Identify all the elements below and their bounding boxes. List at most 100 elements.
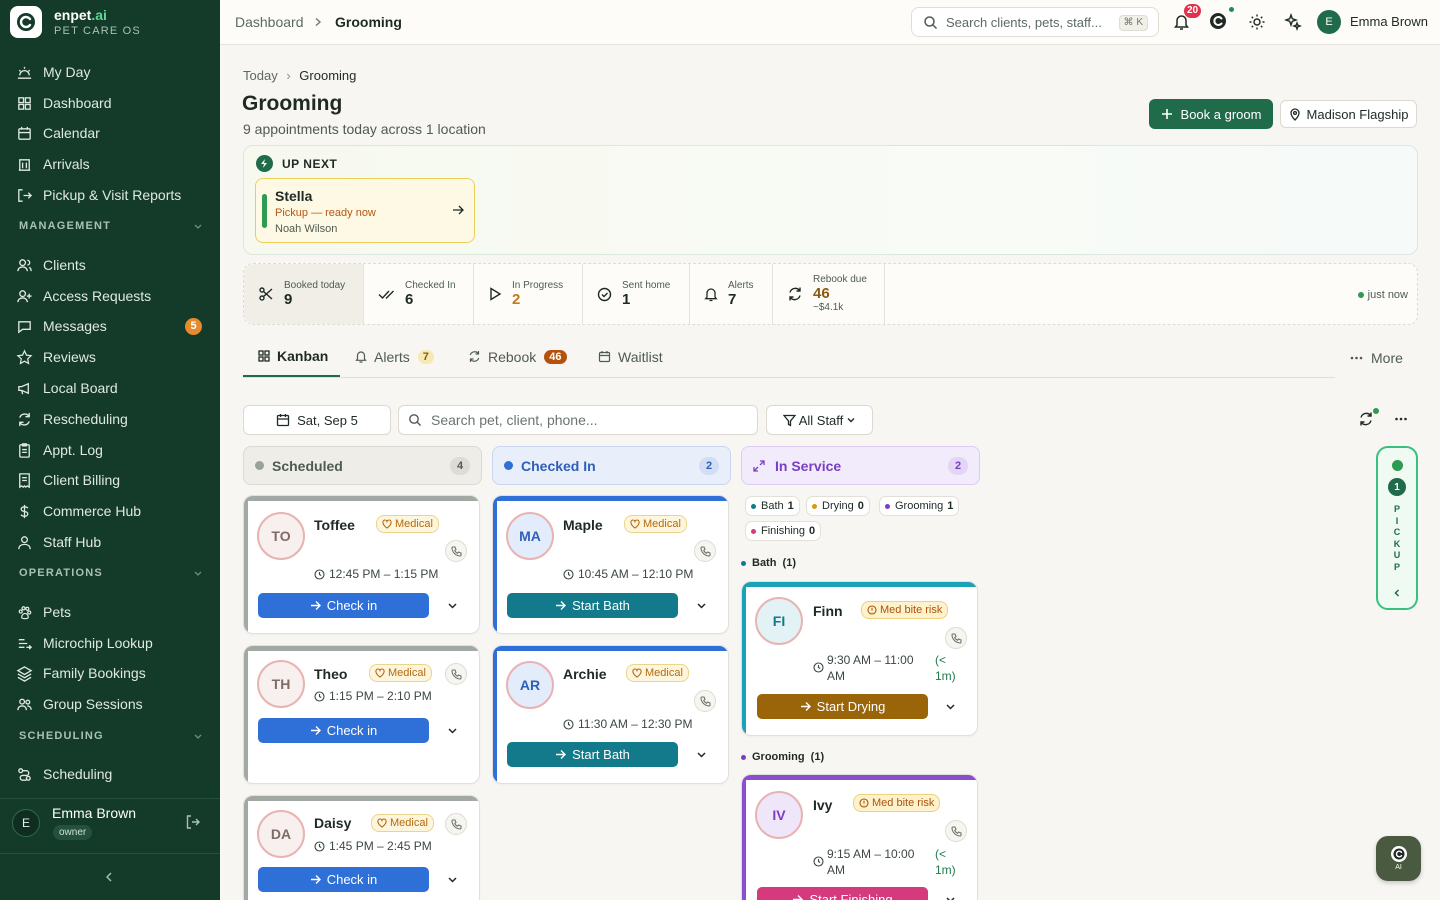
tab-kanban[interactable]: Kanban [243,336,340,377]
stat-in-progress[interactable]: In Progress 2 [474,264,583,324]
stage-dot [751,503,756,509]
up-next-card[interactable]: Stella Pickup — ready now Noah Wilson [255,178,475,243]
column-scheduled-header[interactable]: Scheduled 4 [243,446,482,485]
check-in-button[interactable]: Check in [258,867,429,892]
sidebar-item-messages[interactable]: Messages 5 [16,313,206,339]
call-client-button[interactable] [945,627,967,649]
call-client-button[interactable] [945,820,967,842]
sidebar-item-rescheduling[interactable]: Rescheduling [16,406,206,432]
sidebar-item-dashboard[interactable]: Dashboard [16,90,206,116]
stage-chip-bath[interactable]: Bath 1 [745,496,800,516]
staff-filter-dropdown[interactable]: All Staff [766,405,873,435]
sidebar-item-commerce-hub[interactable]: Commerce Hub [16,498,206,524]
call-client-button[interactable] [445,813,467,835]
pickup-rail[interactable]: 1 P I C K U P [1376,446,1418,610]
stat-alerts[interactable]: Alerts 7 [690,264,773,324]
book-groom-button[interactable]: Book a groom [1149,99,1273,129]
call-client-button[interactable] [445,663,467,685]
stat-rebook-due[interactable]: Rebook due 46 ~$4.1k [773,264,885,324]
start-drying-button[interactable]: Start Drying [757,694,928,719]
tab-alerts[interactable]: Alerts 7 [355,336,434,377]
chevron-down-icon[interactable] [945,894,956,900]
chevron-down-icon[interactable] [696,749,707,760]
sidebar-item-pets[interactable]: Pets [16,599,206,625]
map-pin-icon [1289,107,1300,121]
call-client-button[interactable] [694,540,716,562]
date-picker-button[interactable]: Sat, Sep 5 [243,405,391,435]
chevron-down-icon[interactable] [447,725,458,736]
sidebar-item-label: Appt. Log [43,442,103,458]
call-client-button[interactable] [445,540,467,562]
avatar[interactable]: E [12,809,40,837]
more-menu-button[interactable]: More [1350,350,1403,366]
location-selector[interactable]: Madison Flagship [1280,100,1417,128]
sidebar-item-calendar[interactable]: Calendar [16,120,206,146]
ai-assistant-button[interactable]: AI [1376,836,1421,881]
check-in-button[interactable]: Check in [258,593,429,618]
appointment-card-toffee[interactable]: TO Toffee Medical 12:45 PM – 1:15 PM Che… [243,495,480,634]
sidebar-item-access-requests[interactable]: Access Requests [16,283,206,309]
section-title: MANAGEMENT [19,220,112,232]
start-bath-button[interactable]: Start Bath [507,742,678,767]
sidebar-item-arrivals[interactable]: Arrivals [16,151,206,177]
board-options-button[interactable] [1394,411,1408,427]
enpet-assistant-button[interactable] [1209,12,1227,30]
column-in-service-header[interactable]: In Service 2 [741,446,980,485]
appointment-card-finn[interactable]: FI Finn Med bite risk 9:30 AM – 11:00 AM… [741,581,978,736]
sparkle-button[interactable] [1284,13,1302,31]
tab-rebook[interactable]: Rebook 46 [468,336,567,377]
stat-checked-in[interactable]: Checked In 6 [364,264,474,324]
column-checked-in-header[interactable]: Checked In 2 [492,446,731,485]
breadcrumb-dashboard[interactable]: Dashboard [235,14,304,30]
appointment-card-ivy[interactable]: IV Ivy Med bite risk 9:15 AM – 10:00 AM … [741,774,978,900]
chevron-down-icon[interactable] [945,701,956,712]
start-finishing-button[interactable]: Start Finishing [757,887,928,900]
pet-search-input[interactable]: Search pet, client, phone... [398,405,758,435]
calendar-icon [276,414,290,427]
appointment-card-maple[interactable]: MA Maple Medical 10:45 AM – 12:10 PM Sta… [492,495,729,634]
chevron-down-icon[interactable] [447,874,458,885]
logout-button[interactable] [185,814,201,830]
stage-chip-finishing[interactable]: Finishing 0 [745,521,822,541]
paw-icon [18,605,32,619]
stage-chip-grooming[interactable]: Grooming 1 [879,496,960,516]
sidebar-item-local-board[interactable]: Local Board [16,375,206,401]
sidebar-item-staff-hub[interactable]: Staff Hub [16,529,206,555]
stat-booked-today[interactable]: Booked today 9 [244,264,364,324]
sidebar-section-management[interactable]: MANAGEMENT [19,220,203,232]
sidebar-item-scheduling[interactable]: Scheduling [16,761,206,787]
check-in-button[interactable]: Check in [258,718,429,743]
theme-toggle-button[interactable] [1248,13,1266,31]
start-bath-button[interactable]: Start Bath [507,593,678,618]
brand[interactable]: enpet.ai PET CARE OS [10,6,141,38]
sidebar-item-family-bookings[interactable]: Family Bookings [16,660,206,686]
appointment-card-archie[interactable]: AR Archie Medical 11:30 AM – 12:30 PM St… [492,645,729,784]
stage-count: 1 [787,500,794,512]
breadcrumb-today[interactable]: Today [243,68,278,83]
sidebar-section-scheduling[interactable]: SCHEDULING [19,730,203,742]
chevron-down-icon[interactable] [696,600,707,611]
refresh-board-button[interactable] [1358,411,1374,427]
sidebar-item-label: Staff Hub [43,534,102,550]
sidebar-item-group-sessions[interactable]: Group Sessions [16,691,206,717]
bite-risk-tag: Med bite risk [853,794,941,812]
stage-chip-drying[interactable]: Drying 0 [806,496,870,516]
sidebar-section-operations[interactable]: OPERATIONS [19,567,203,579]
sidebar-item-reviews[interactable]: Reviews [16,344,206,370]
sidebar-item-clients[interactable]: Clients [16,252,206,278]
top-user-name[interactable]: Emma Brown [1350,14,1428,29]
global-search-input[interactable]: Search clients, pets, staff... ⌘ K [911,7,1159,37]
sidebar-item-pickup-visit-reports[interactable]: Pickup & Visit Reports [16,182,206,208]
collapse-sidebar-button[interactable] [102,870,116,884]
sidebar-item-client-billing[interactable]: Client Billing [16,467,206,493]
appointment-card-daisy[interactable]: DA Daisy Medical 1:45 PM – 2:45 PM Check… [243,795,480,900]
tab-waitlist[interactable]: Waitlist [598,336,663,377]
chevron-down-icon[interactable] [447,600,458,611]
sidebar-item-my-day[interactable]: My Day [16,59,206,85]
stat-sent-home[interactable]: Sent home 1 [583,264,690,324]
sidebar-item-appt-log[interactable]: Appt. Log [16,437,206,463]
appointment-card-theo[interactable]: TH Theo Medical 1:15 PM – 2:10 PM Check … [243,645,480,784]
avatar[interactable]: E [1317,10,1341,34]
call-client-button[interactable] [694,690,716,712]
sidebar-item-microchip-lookup[interactable]: Microchip Lookup [16,630,206,656]
